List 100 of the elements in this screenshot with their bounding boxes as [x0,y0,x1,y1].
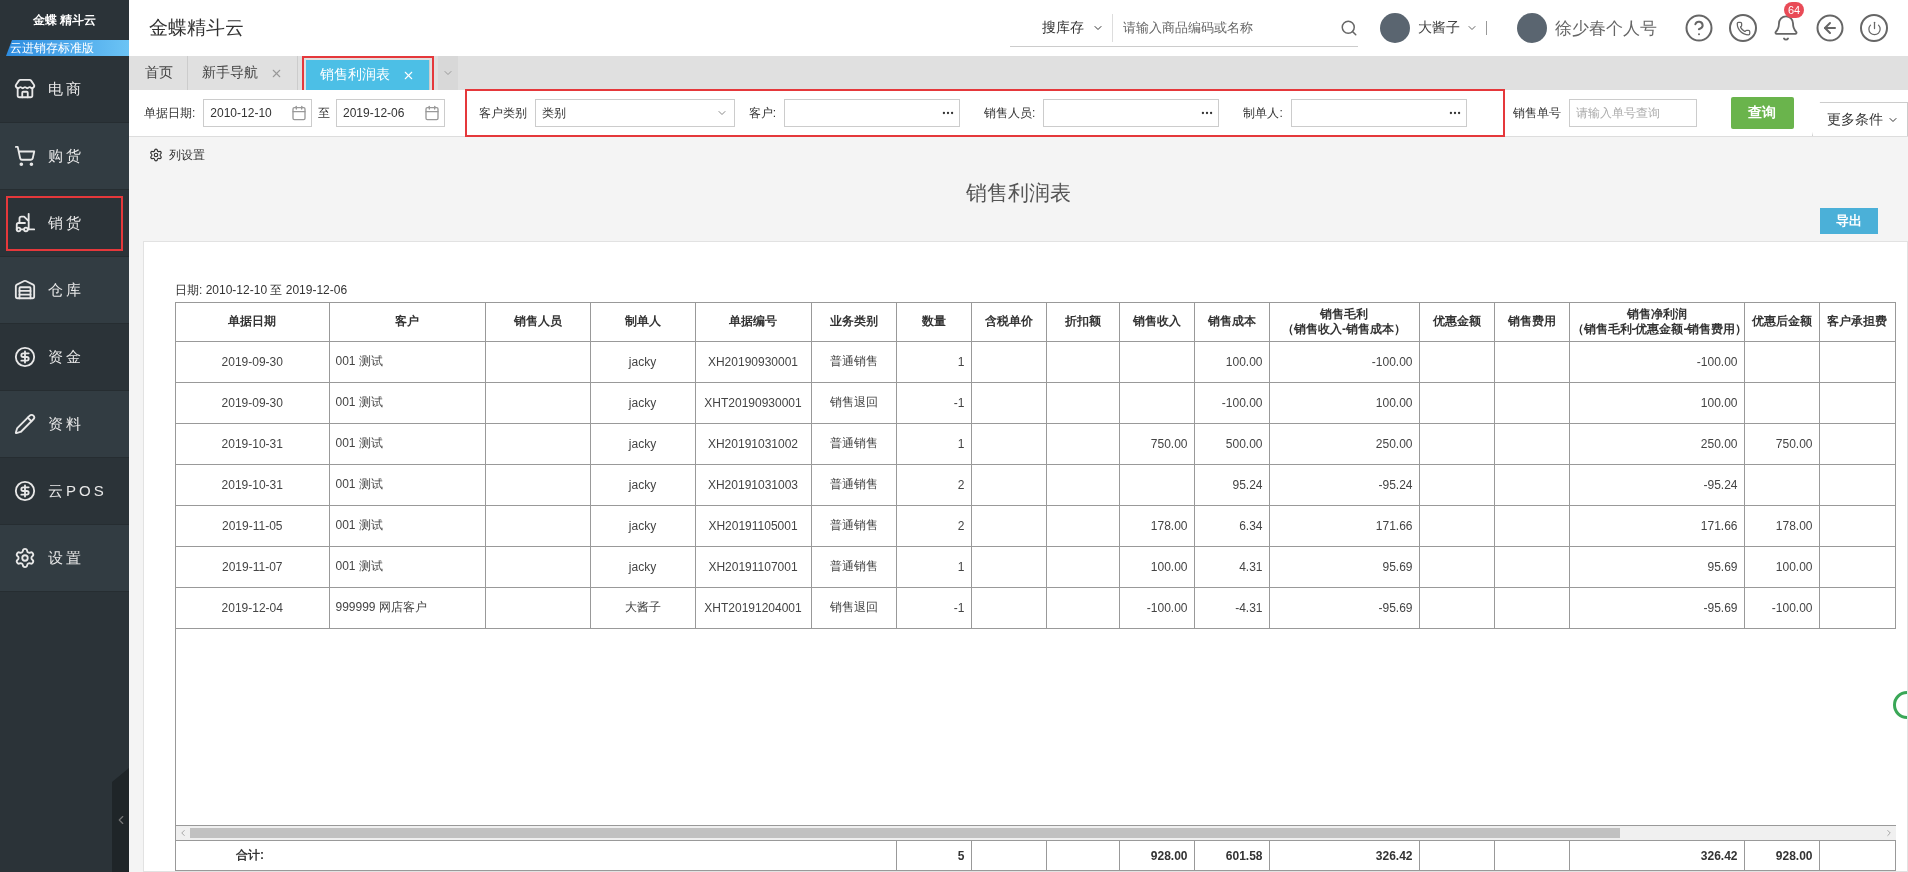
help-icon[interactable] [1684,13,1714,43]
table-cell: 250.00 [1269,423,1419,465]
column-header: 销售费用 [1494,302,1569,342]
sidebar-item[interactable]: 资料 [0,391,129,458]
table-cell: 普通销售 [811,341,896,383]
table-cell: 100.00 [1569,382,1744,424]
table-cell: 171.66 [1569,505,1744,547]
table-cell: 999999 网店客户 [329,587,485,629]
table-cell: 2019-09-30 [176,382,329,424]
table-cell: -95.69 [1269,587,1419,629]
column-header: 销售成本 [1194,302,1269,342]
report-title: 销售利润表 [965,180,1072,206]
user-avatar [1517,13,1547,43]
table-cell: -100.00 [1119,587,1194,629]
search-icon[interactable] [1340,18,1358,37]
field-label: 销售单号 [1512,104,1561,122]
table-cell: 750.00 [1119,423,1194,465]
table-cell: 001 测试 [329,382,485,424]
table-cell: 001 测试 [329,505,485,547]
table-cell: jacky [590,382,695,424]
table-cell: -1 [896,382,971,424]
table-cell: 250.00 [1569,423,1744,465]
table-cell: 326.42 [1569,840,1744,871]
table-cell: 95.69 [1569,546,1744,588]
table-cell: -95.24 [1569,464,1744,506]
scroll-left-icon[interactable] [178,828,188,839]
column-header: 业务类别 [811,302,896,342]
table-cell: 928.00 [1119,840,1194,871]
total-label: 合计: [176,840,896,871]
table-cell: -1 [896,587,971,629]
table-cell: jacky [590,505,695,547]
table-cell: 100.00 [1119,546,1194,588]
settings-icon [14,547,36,569]
scroll-right-icon[interactable] [1884,828,1894,839]
table-cell: 601.58 [1194,840,1269,871]
column-header: 制单人 [590,302,695,342]
table-cell: 2019-10-31 [176,423,329,465]
sidebar-item[interactable]: 设置 [0,525,129,592]
table-cell: -100.00 [1194,382,1269,424]
table-cell: 1 [896,546,971,588]
lookup-field[interactable] [1043,99,1220,127]
search-field[interactable]: 搜库存 请输入商品编码或名称 [1010,9,1358,47]
table-cell: 2 [896,505,971,547]
customer-type-select[interactable]: 类别 [534,99,735,127]
table-cell: 178.00 [1119,505,1194,547]
settings-icon [149,148,163,162]
table-cell: 1 [896,423,971,465]
lookup-field[interactable] [784,99,961,127]
dollar-icon [14,346,36,368]
power-icon[interactable] [1860,14,1888,42]
table-cell: jacky [590,464,695,506]
field-label: 客户: [748,104,777,122]
table-cell: 2019-10-31 [176,464,329,506]
store-name[interactable]: 大酱子 [1418,19,1460,37]
date-field[interactable]: 2019-12-06 [336,99,445,127]
table-cell: XHT20190930001 [695,382,811,424]
field-label: 单据日期: [144,104,196,122]
table-cell: 普通销售 [811,546,896,588]
table-cell: 普通销售 [811,464,896,506]
back-icon[interactable] [1815,13,1845,43]
table-cell: 4.31 [1194,546,1269,588]
warehouse-icon [14,279,36,301]
table-cell: -95.24 [1269,464,1419,506]
notification-count: 64 [1784,2,1805,18]
table-cell: 100.00 [1744,546,1819,588]
calendar-icon[interactable] [291,105,307,121]
search-scope-dropdown[interactable]: 搜库存 [1010,13,1113,42]
user-name[interactable]: 徐少春个人号 [1555,16,1657,40]
table-cell: 5 [896,840,971,871]
table-cell: 2019-12-04 [176,587,329,629]
pencil-icon [14,413,36,435]
edition-banner: 云进销存标准版 [6,40,129,56]
collapse-handle[interactable] [112,768,129,872]
date-range: 日期: 2010-12-10 至 2019-12-06 [175,282,349,299]
table-cell: XH20191105001 [695,505,811,547]
column-header: 数量 [896,302,971,342]
table-cell: 001 测试 [329,341,485,383]
bell-icon[interactable] [1772,14,1800,42]
sidebar-item[interactable]: 购货 [0,123,129,190]
column-header: 折扣额 [1046,302,1119,342]
table-cell: 销售退回 [811,587,896,629]
table-cell: 001 测试 [329,423,485,465]
table-cell: jacky [590,423,695,465]
sidebar-item[interactable]: 仓库 [0,257,129,324]
date-field[interactable]: 2010-12-10 [203,99,312,127]
table-cell: 178.00 [1744,505,1819,547]
horizontal-scrollbar[interactable] [176,826,1896,840]
phone-icon[interactable] [1729,14,1757,42]
dollar-icon [14,480,36,502]
column-header: 销售收入 [1119,302,1194,342]
field-label: 至 [318,104,330,122]
input-field[interactable]: 请输入单号查询 [1568,99,1697,127]
column-settings-link[interactable]: 列设置 [149,146,205,164]
calendar-icon[interactable] [423,105,440,121]
table-cell: 171.66 [1269,505,1419,547]
more-filters-tab[interactable]: 更多条件 [1812,102,1908,136]
table-cell: 1 [896,341,971,383]
lookup-field[interactable] [1290,99,1467,127]
table-cell: 2019-11-05 [176,505,329,547]
table-cell: 001 测试 [329,464,485,506]
